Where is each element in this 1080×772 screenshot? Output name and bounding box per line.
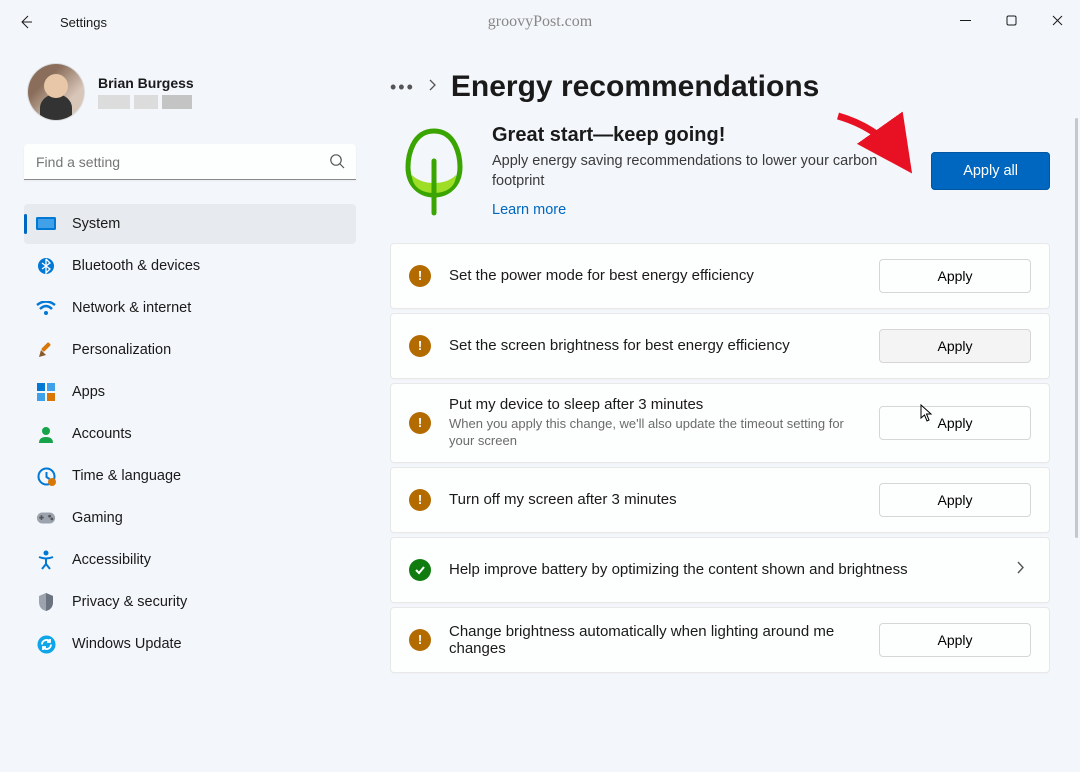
hero-description: Apply energy saving recommendations to l… <box>492 151 909 192</box>
card-title: Change brightness automatically when lig… <box>449 623 861 657</box>
accounts-icon <box>36 424 56 444</box>
recommendation-card: ! Turn off my screen after 3 minutes Appl… <box>390 467 1050 533</box>
sidebar-item-label: Windows Update <box>72 636 182 652</box>
recommendation-card: ! Change brightness automatically when l… <box>390 607 1050 673</box>
sidebar-item-update[interactable]: Windows Update <box>24 624 356 664</box>
sidebar-item-label: Time & language <box>72 468 181 484</box>
warning-icon: ! <box>409 335 431 357</box>
sidebar-item-accounts[interactable]: Accounts <box>24 414 356 454</box>
apply-button[interactable]: Apply <box>879 623 1031 657</box>
apps-icon <box>36 382 56 402</box>
learn-more-link[interactable]: Learn more <box>492 202 566 218</box>
check-icon <box>409 559 431 581</box>
search-input[interactable] <box>24 144 356 180</box>
card-title: Put my device to sleep after 3 minutes <box>449 396 861 413</box>
sidebar-item-apps[interactable]: Apps <box>24 372 356 412</box>
sidebar-item-label: Accounts <box>72 426 132 442</box>
back-button[interactable] <box>8 4 44 40</box>
recommendation-card: ! Set the screen brightness for best ene… <box>390 313 1050 379</box>
sidebar-item-system[interactable]: System <box>24 204 356 244</box>
sidebar-item-label: Apps <box>72 384 105 400</box>
personalization-icon <box>36 340 56 360</box>
sidebar-item-label: Personalization <box>72 342 171 358</box>
apply-button[interactable]: Apply <box>879 406 1031 440</box>
sidebar-item-label: System <box>72 216 120 232</box>
chevron-right-icon <box>429 78 437 96</box>
content: ••• Energy recommendations Great start—k… <box>370 44 1080 772</box>
maximize-button[interactable] <box>988 0 1034 40</box>
warning-icon: ! <box>409 489 431 511</box>
search-icon <box>329 153 346 175</box>
chevron-right-icon[interactable] <box>1011 561 1031 579</box>
card-title: Help improve battery by optimizing the c… <box>449 561 993 578</box>
warning-icon: ! <box>409 629 431 651</box>
sidebar-item-network[interactable]: Network & internet <box>24 288 356 328</box>
user-meta-redacted <box>98 95 194 109</box>
sidebar-item-accessibility[interactable]: Accessibility <box>24 540 356 580</box>
user-name: Brian Burgess <box>98 75 194 91</box>
sidebar: Brian Burgess System Bluetooth & devices N… <box>0 44 370 772</box>
titlebar: Settings groovyPost.com <box>0 0 1080 44</box>
apply-all-button[interactable]: Apply all <box>931 152 1050 190</box>
apply-button[interactable]: Apply <box>879 329 1031 363</box>
sidebar-item-bluetooth[interactable]: Bluetooth & devices <box>24 246 356 286</box>
sidebar-item-privacy[interactable]: Privacy & security <box>24 582 356 622</box>
sidebar-item-gaming[interactable]: Gaming <box>24 498 356 538</box>
nav: System Bluetooth & devices Network & inter… <box>24 204 356 664</box>
breadcrumb-overflow-button[interactable]: ••• <box>390 77 415 98</box>
sidebar-item-label: Gaming <box>72 510 123 526</box>
card-subtitle: When you apply this change, we'll also u… <box>449 415 861 450</box>
recommendation-card: Help improve battery by optimizing the c… <box>390 537 1050 603</box>
sidebar-item-label: Privacy & security <box>72 594 187 610</box>
avatar <box>28 64 84 120</box>
sidebar-item-label: Accessibility <box>72 552 151 568</box>
window-title: Settings <box>60 15 107 30</box>
update-icon <box>36 634 56 654</box>
leaf-icon <box>398 125 470 217</box>
time-icon <box>36 466 56 486</box>
sidebar-item-personalization[interactable]: Personalization <box>24 330 356 370</box>
card-title: Turn off my screen after 3 minutes <box>449 491 861 508</box>
scrollbar[interactable] <box>1075 118 1078 538</box>
user-account[interactable]: Brian Burgess <box>24 64 356 120</box>
recommendation-card: ! Put my device to sleep after 3 minutes… <box>390 383 1050 463</box>
page-title: Energy recommendations <box>451 70 819 104</box>
hero: Great start—keep going! Apply energy sav… <box>390 124 1050 219</box>
warning-icon: ! <box>409 265 431 287</box>
watermark: groovyPost.com <box>488 13 592 31</box>
network-icon <box>36 298 56 318</box>
system-icon <box>36 214 56 234</box>
apply-button[interactable]: Apply <box>879 483 1031 517</box>
warning-icon: ! <box>409 412 431 434</box>
sidebar-item-time[interactable]: Time & language <box>24 456 356 496</box>
privacy-icon <box>36 592 56 612</box>
hero-heading: Great start—keep going! <box>492 124 909 147</box>
search-field[interactable] <box>24 144 356 180</box>
minimize-button[interactable] <box>942 0 988 40</box>
gaming-icon <box>36 508 56 528</box>
breadcrumb: ••• Energy recommendations <box>390 70 1050 104</box>
card-title: Set the screen brightness for best energ… <box>449 337 861 354</box>
close-button[interactable] <box>1034 0 1080 40</box>
recommendation-list: ! Set the power mode for best energy eff… <box>390 243 1050 673</box>
bluetooth-icon <box>36 256 56 276</box>
apply-button[interactable]: Apply <box>879 259 1031 293</box>
sidebar-item-label: Network & internet <box>72 300 191 316</box>
recommendation-card: ! Set the power mode for best energy eff… <box>390 243 1050 309</box>
sidebar-item-label: Bluetooth & devices <box>72 258 200 274</box>
accessibility-icon <box>36 550 56 570</box>
card-title: Set the power mode for best energy effic… <box>449 267 861 284</box>
